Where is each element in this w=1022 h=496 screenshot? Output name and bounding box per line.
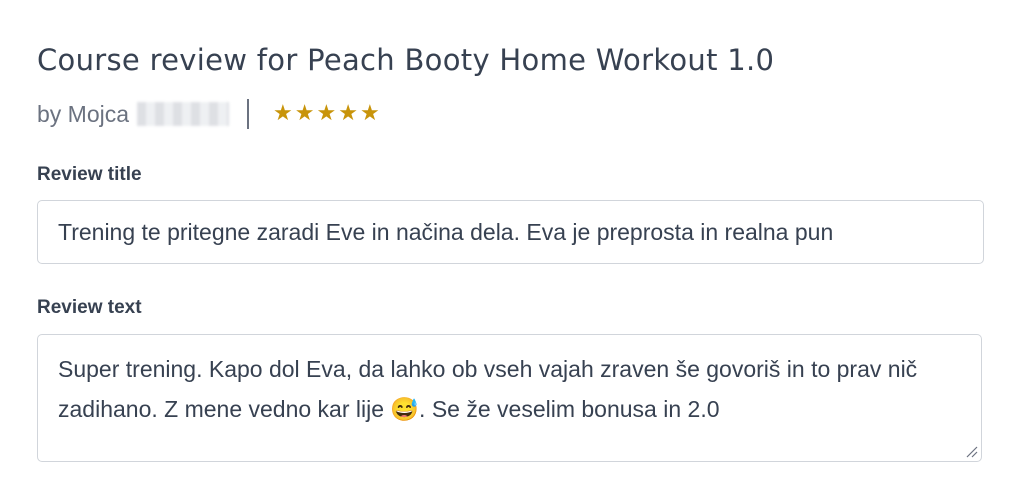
star-icon: ★ xyxy=(316,101,337,126)
byline-divider xyxy=(247,99,250,129)
star-rating: ★ ★ ★ ★ ★ xyxy=(273,103,380,125)
review-title-label: Review title xyxy=(37,164,142,185)
star-icon: ★ xyxy=(338,101,358,126)
star-icon: ★ xyxy=(273,101,293,126)
blurred-surname xyxy=(137,102,230,126)
page-title: Course review for Peach Booty Home Worko… xyxy=(37,43,775,77)
review-text-value: Super trening. Kapo dol Eva, da lahko ob… xyxy=(58,356,918,422)
star-icon: ★ xyxy=(359,101,380,126)
review-text-label: Review text xyxy=(37,297,142,318)
review-text-textarea[interactable]: Super trening. Kapo dol Eva, da lahko ob… xyxy=(37,334,982,462)
review-byline: by Mojca ★ ★ ★ ★ ★ xyxy=(37,98,380,130)
star-icon: ★ xyxy=(294,101,315,126)
resize-handle-icon[interactable] xyxy=(964,444,978,458)
review-title-input[interactable]: Trening te pritegne zaradi Eve in načina… xyxy=(37,200,984,264)
review-title-value: Trening te pritegne zaradi Eve in načina… xyxy=(58,218,834,245)
author-name: by Mojca xyxy=(37,100,130,127)
